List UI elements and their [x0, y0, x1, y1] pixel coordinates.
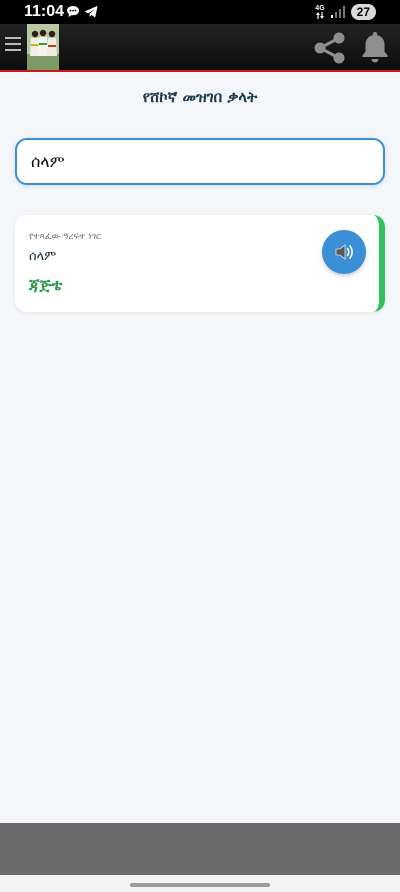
network-indicator: 4G	[315, 5, 325, 19]
speaker-icon	[335, 244, 353, 260]
speak-button[interactable]	[322, 230, 366, 274]
result-label: የተጻፈው ዓረፍተ ነገር	[29, 232, 102, 242]
search-input[interactable]	[15, 138, 385, 185]
status-time: 11:04	[24, 3, 65, 20]
app-bar	[0, 24, 400, 72]
share-icon[interactable]	[312, 32, 348, 64]
chat-bubble-icon	[67, 6, 79, 17]
logo-image	[27, 24, 59, 70]
status-bar: 11:04 4G 27	[0, 0, 400, 24]
bottom-banner	[0, 823, 400, 875]
signal-icon	[330, 6, 345, 18]
telegram-icon	[85, 6, 98, 18]
system-nav-bar	[0, 875, 400, 892]
status-right: 4G 27	[315, 4, 376, 20]
notification-icons	[66, 5, 98, 18]
network-type: 4G	[315, 5, 325, 12]
page-title: የሸኮኛ መዝገበ ቃላት	[142, 88, 258, 106]
result-word: ሰላም	[29, 249, 57, 264]
battery-indicator: 27	[350, 4, 376, 20]
app-logo	[27, 24, 59, 70]
hamburger-menu-icon[interactable]	[5, 37, 21, 57]
data-arrows-icon	[315, 12, 324, 19]
result-translation: ጃጅቴ	[29, 275, 63, 294]
home-indicator[interactable]	[130, 883, 270, 887]
bell-icon[interactable]	[360, 30, 390, 64]
result-card: የተጻፈው ዓረፍተ ነገር ሰላም ጃጅቴ	[15, 215, 385, 312]
